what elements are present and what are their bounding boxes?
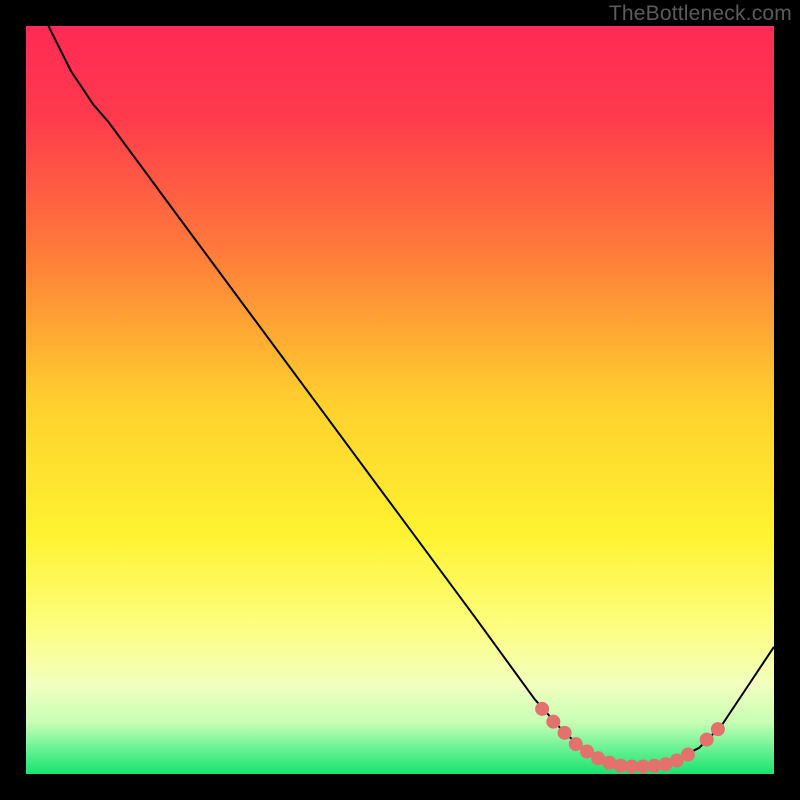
- chart-stage: TheBottleneck.com: [0, 0, 800, 800]
- chart-svg: [0, 0, 800, 800]
- chart-background: [26, 26, 774, 774]
- marker-point: [546, 715, 560, 729]
- marker-point: [558, 726, 572, 740]
- marker-point: [681, 748, 695, 762]
- marker-point: [711, 722, 725, 736]
- marker-point: [535, 702, 549, 716]
- watermark-label: TheBottleneck.com: [609, 2, 792, 26]
- marker-point: [700, 733, 714, 747]
